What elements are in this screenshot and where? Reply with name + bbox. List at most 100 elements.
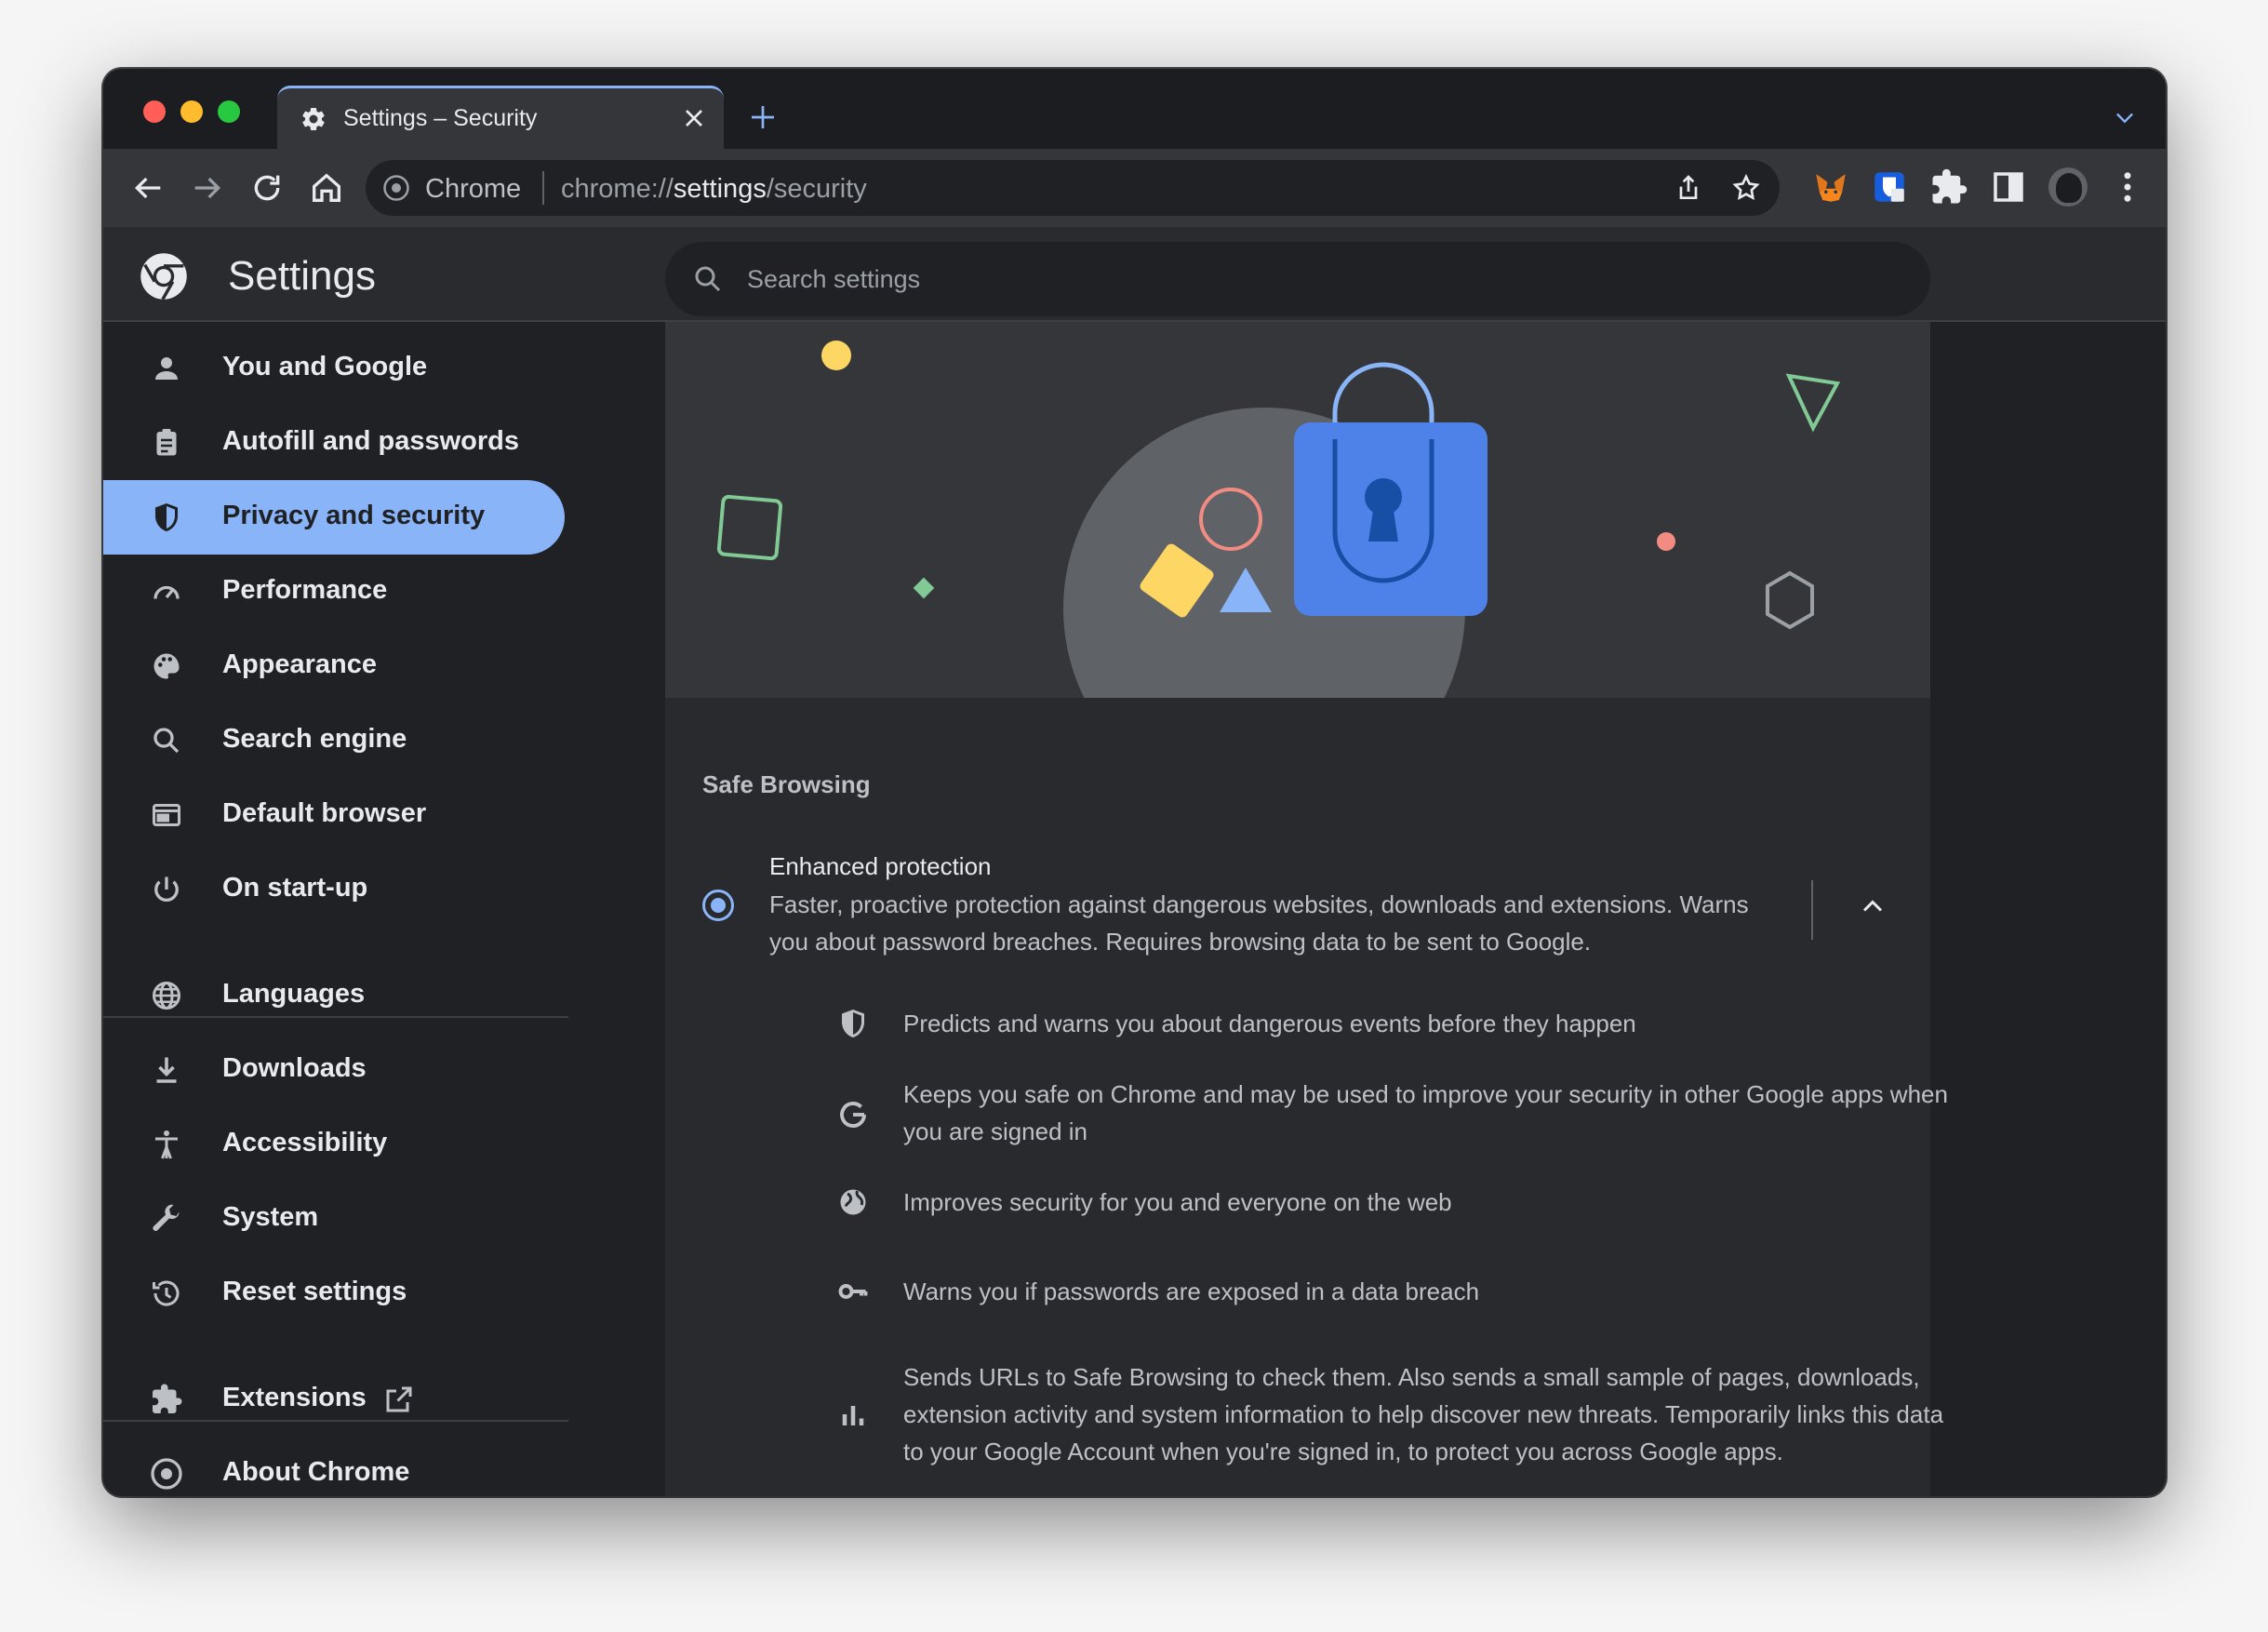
bar-chart-icon [842,1406,864,1425]
close-icon[interactable] [679,103,709,133]
tab-settings-security[interactable]: Settings – Security [277,86,724,149]
option-description: Faster, proactive protection against dan… [769,890,1749,956]
sidebar-item-label: Default browser [222,798,427,828]
sidebar-item-label: Performance [222,575,388,605]
avatar[interactable] [2048,167,2088,207]
tab-title: Settings – Security [343,105,538,131]
key-icon [838,1284,868,1299]
sidebar-item-about-chrome[interactable]: About Chrome [103,1437,565,1496]
puzzle-icon[interactable] [1929,167,1968,207]
feature-text: Predicts and warns you about dangerous e… [903,1010,1636,1037]
new-tab-icon[interactable] [748,102,778,132]
sidebar-item-label: Privacy and security [222,501,486,530]
sidebar: You and Google Autofill and passwords Pr… [103,322,665,1496]
history-icon [153,1280,180,1306]
shield-icon [842,1010,864,1037]
enhanced-protection-radio[interactable] [702,890,734,921]
shield-icon [155,503,178,531]
back-arrow-icon[interactable] [129,169,167,207]
share-icon[interactable] [1674,173,1703,203]
page-title: Settings [228,253,376,299]
padlock-illustration [716,341,1841,698]
forward-arrow-icon[interactable] [189,169,226,207]
chrome-logo-icon [140,253,187,301]
option-title: Enhanced protection [769,852,992,880]
sidebar-item-languages[interactable]: Languages [103,958,565,1033]
sidebar-item-appearance[interactable]: Appearance [103,629,565,703]
radio-selected-dot [711,898,726,913]
settings-header: Settings [103,227,2166,322]
feature-text: Keeps you safe on Chrome and may be used… [903,1080,1948,1145]
sidebar-item-label: Reset settings [222,1277,407,1306]
globe-icon [153,982,180,1010]
sidebar-item-label: Search engine [222,724,407,754]
globe-icon [840,1189,866,1215]
sidebar-item-accessibility[interactable]: Accessibility [103,1107,565,1182]
site-name: Chrome [425,174,522,204]
browser-toolbar: Chrome chrome://settings/security [103,149,2166,227]
sidebar-item-label: Extensions [222,1383,367,1412]
sidebar-item-label: On start-up [222,873,368,903]
side-panel-icon[interactable] [1989,167,2028,207]
wrench-icon [153,1204,180,1231]
sidebar-item-label: Autofill and passwords [222,426,520,456]
browser-window: Settings – Security Chrome chrome://sett… [103,69,2166,1496]
security-illustration [665,322,1930,698]
minimize-window-button[interactable] [180,100,203,123]
chevron-up-icon[interactable] [1856,890,1889,923]
sidebar-item-default-browser[interactable]: Default browser [103,778,565,852]
more-vertical-icon[interactable] [2108,167,2147,207]
sidebar-item-you-and-google[interactable]: You and Google [103,331,565,406]
section-title: Safe Browsing [702,770,871,798]
search-input[interactable] [747,255,1863,303]
sidebar-item-performance[interactable]: Performance [103,555,565,629]
sidebar-item-on-start-up[interactable]: On start-up [103,852,565,927]
home-icon[interactable] [308,169,345,207]
palette-icon [153,653,180,679]
chrome-icon [151,1458,182,1490]
speedometer-icon [153,585,180,599]
accessibility-icon [155,1130,178,1159]
puzzle-icon [153,1384,182,1413]
sidebar-item-label: About Chrome [222,1457,410,1487]
address-bar[interactable]: Chrome chrome://settings/security [366,160,1780,216]
url-text[interactable]: chrome://settings/security [561,174,867,205]
search-icon [153,728,180,754]
chevron-down-icon[interactable] [2112,104,2138,130]
person-icon [155,357,178,380]
sidebar-item-label: Downloads [222,1053,367,1083]
search-icon [695,266,721,292]
metamask-fox-icon[interactable] [1811,167,1850,207]
browser-icon [153,804,180,826]
search-settings-box[interactable] [665,242,1930,316]
open-in-new-icon [386,1386,412,1412]
expand-separator [1811,880,1813,940]
star-icon[interactable] [1731,173,1761,203]
bitwarden-shield-icon[interactable] [1870,167,1909,207]
clipboard-icon [156,429,177,456]
sidebar-item-downloads[interactable]: Downloads [103,1033,565,1107]
maximize-window-button[interactable] [218,100,240,123]
sidebar-item-search-engine[interactable]: Search engine [103,703,565,778]
close-window-button[interactable] [143,100,166,123]
reload-icon[interactable] [248,169,286,207]
google-g-icon [840,1102,866,1128]
sidebar-item-privacy-security[interactable]: Privacy and security [103,480,565,555]
sidebar-item-label: Languages [222,979,366,1009]
omnibox-separator [542,171,544,205]
sidebar-item-system[interactable]: System [103,1182,565,1256]
sidebar-item-autofill[interactable]: Autofill and passwords [103,406,565,480]
sidebar-item-extensions[interactable]: Extensions [103,1362,565,1437]
gear-icon [302,107,325,130]
main-content: Safe Browsing Enhanced protection Faster… [665,322,1948,1496]
sidebar-item-reset-settings[interactable]: Reset settings [103,1256,565,1331]
sidebar-item-label: Appearance [222,649,378,679]
sidebar-item-label: Accessibility [222,1128,388,1157]
feature-text: Warns you if passwords are exposed in a … [903,1278,1480,1305]
download-icon [156,1057,177,1083]
sidebar-item-label: You and Google [222,352,428,381]
feature-text: Improves security for you and everyone o… [903,1188,1452,1216]
sidebar-item-label: System [222,1202,319,1232]
chrome-icon [383,175,409,201]
tab-strip: Settings – Security [103,69,2166,149]
